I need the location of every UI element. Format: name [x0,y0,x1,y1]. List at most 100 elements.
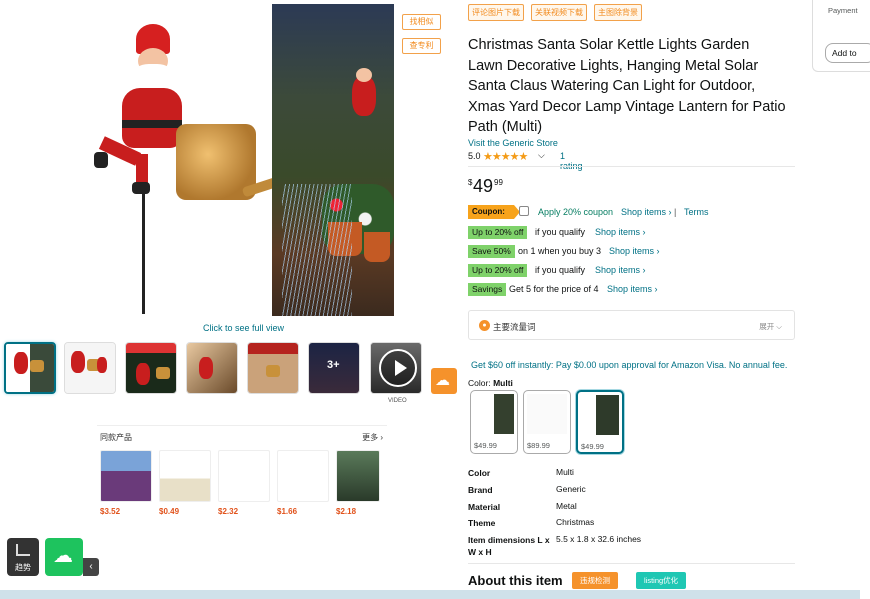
thumbnail[interactable] [125,342,177,394]
santa-belt [122,120,182,128]
traffic-keywords-panel[interactable]: ● 主要流量词 展开 ⌵ [468,310,795,340]
similar-product-price: $2.32 [218,507,239,516]
chevron-down-icon[interactable]: ⌵ [538,150,545,161]
collapse-arrow-button[interactable]: ‹ [83,558,99,576]
color-selector-label: Color: Multi [468,378,513,388]
divider [468,563,795,564]
download-related-video-button[interactable]: 关联视频下载 [531,4,587,21]
trend-label: 趋势 [15,563,31,572]
spec-key: Item dimensions L x W x H [468,535,550,557]
thumbnail[interactable] [186,342,238,394]
coupon-badge: Coupon: [468,205,520,219]
thumbnail[interactable] [4,342,56,394]
store-link[interactable]: Visit the Generic Store [468,138,558,148]
star-rating-icon[interactable]: ★★★★★ [483,150,528,163]
expand-button[interactable]: 展开 ⌵ [759,321,782,332]
upload-button[interactable]: ☁ [45,538,83,576]
promo-shop-items-link[interactable]: Shop items › [609,246,660,256]
color-swatch[interactable]: $49.99 [470,390,518,454]
divider [468,166,795,167]
cloud-download-icon: ☁ [435,372,450,389]
find-similar-button[interactable]: 找相似 [402,14,441,30]
similar-product-price: $0.49 [159,507,180,516]
promo-badge: Savings [468,283,507,296]
coupon-terms-link[interactable]: Terms [684,207,709,217]
video-label: VIDEO [388,398,407,404]
promo-badge: Save 50% [468,245,515,258]
spec-key: Theme [468,518,496,528]
check-patent-button[interactable]: 查专利 [402,38,441,54]
thumbnail[interactable] [247,342,299,394]
bottom-bar [0,590,860,599]
spec-value: Metal [556,501,577,511]
swatch-price: $49.99 [581,442,604,451]
about-this-item-heading: About this item [468,573,563,588]
spec-value: 5.5 x 1.8 x 32.6 inches [556,534,642,544]
product-photo-white-bg [92,4,293,316]
color-swatch-selected[interactable]: $49.99 [576,390,624,454]
similar-product-price: $3.52 [100,507,121,516]
product-title: Christmas Santa Solar Kettle Lights Gard… [468,37,786,135]
promo-text: if you qualify [535,265,586,275]
violation-check-button[interactable]: 违规检测 [572,572,618,589]
promo-shop-items-link[interactable]: Shop items › [607,284,658,294]
rating-count-link[interactable]: 1 rating [560,151,583,171]
price-fraction: 99 [494,178,503,187]
buy-box: Payment Add to [812,0,870,72]
play-icon [379,349,417,387]
promo-shop-items-link[interactable]: Shop items › [595,265,646,275]
thumbnail[interactable]: 3+ [308,342,360,394]
santa-coat [122,88,182,148]
spec-value: Christmas [556,517,595,527]
promo-shop-items-link[interactable]: Shop items › [595,227,646,237]
traffic-icon: ● [479,320,490,331]
add-to-cart-button[interactable]: Add to [825,43,870,63]
price-symbol: $ [468,178,473,187]
swatch-price: $89.99 [527,441,550,450]
thumbnail[interactable] [64,342,116,394]
video-thumbnail[interactable] [370,342,422,394]
promo-text: on 1 when you buy 3 [518,246,602,256]
santa-boot [132,182,150,194]
spec-key: Material [468,502,501,512]
garden-santa [352,68,376,116]
santa-boot [94,152,108,168]
string-lights [282,184,352,316]
trend-button[interactable]: 趋势 [7,538,39,576]
remove-background-button[interactable]: 主图除背景 [594,4,642,21]
coupon-text: Apply 20% coupon [538,207,614,217]
similar-product-price: $1.66 [277,507,298,516]
promo-badge: Up to 20% off [468,226,528,239]
similar-products-more-link[interactable]: 更多 › [362,432,383,443]
spec-key: Brand [468,485,493,495]
similar-product-image[interactable] [159,450,211,502]
image-tools: 找相似 查专利 [402,14,441,62]
flower-pot [364,232,390,262]
visa-offer-link[interactable]: Get $60 off instantly: Pay $0.00 upon ap… [471,360,787,370]
promo-text: Get 5 for the price of 4 [509,284,599,294]
main-product-image[interactable] [92,4,394,316]
coupon-checkbox[interactable] [519,206,529,216]
listing-optimize-button[interactable]: listing优化 [636,572,687,589]
spec-value: Multi [556,467,574,477]
similar-products-panel: 同款产品 更多 › $3.52 $0.49 $2.32 $1.66 $2.18 [97,425,387,516]
cloud-download-button[interactable]: ☁ [431,368,457,394]
rating-value: 5.0 [468,151,481,161]
similar-product-image[interactable] [218,450,270,502]
similar-product-image[interactable] [277,450,329,502]
coupon-shop-items-link[interactable]: Shop items › | [621,207,676,217]
stake [142,184,145,314]
swatch-price: $49.99 [474,441,497,450]
traffic-keywords-label: 主要流量词 [493,322,536,332]
download-review-images-button[interactable]: 评论图片下载 [468,4,524,21]
color-swatch[interactable]: $89.99 [523,390,571,454]
spec-key: Color [468,468,491,478]
trend-chart-icon [16,544,30,556]
spec-value: Generic [556,484,586,494]
similar-product-price: $2.18 [336,507,357,516]
similar-product-image[interactable] [100,450,152,502]
click-full-view-link[interactable]: Click to see full view [203,323,284,333]
more-images-badge: 3+ [327,359,340,371]
cloud-upload-icon: ☁ [53,545,73,567]
similar-product-image[interactable] [336,450,380,502]
